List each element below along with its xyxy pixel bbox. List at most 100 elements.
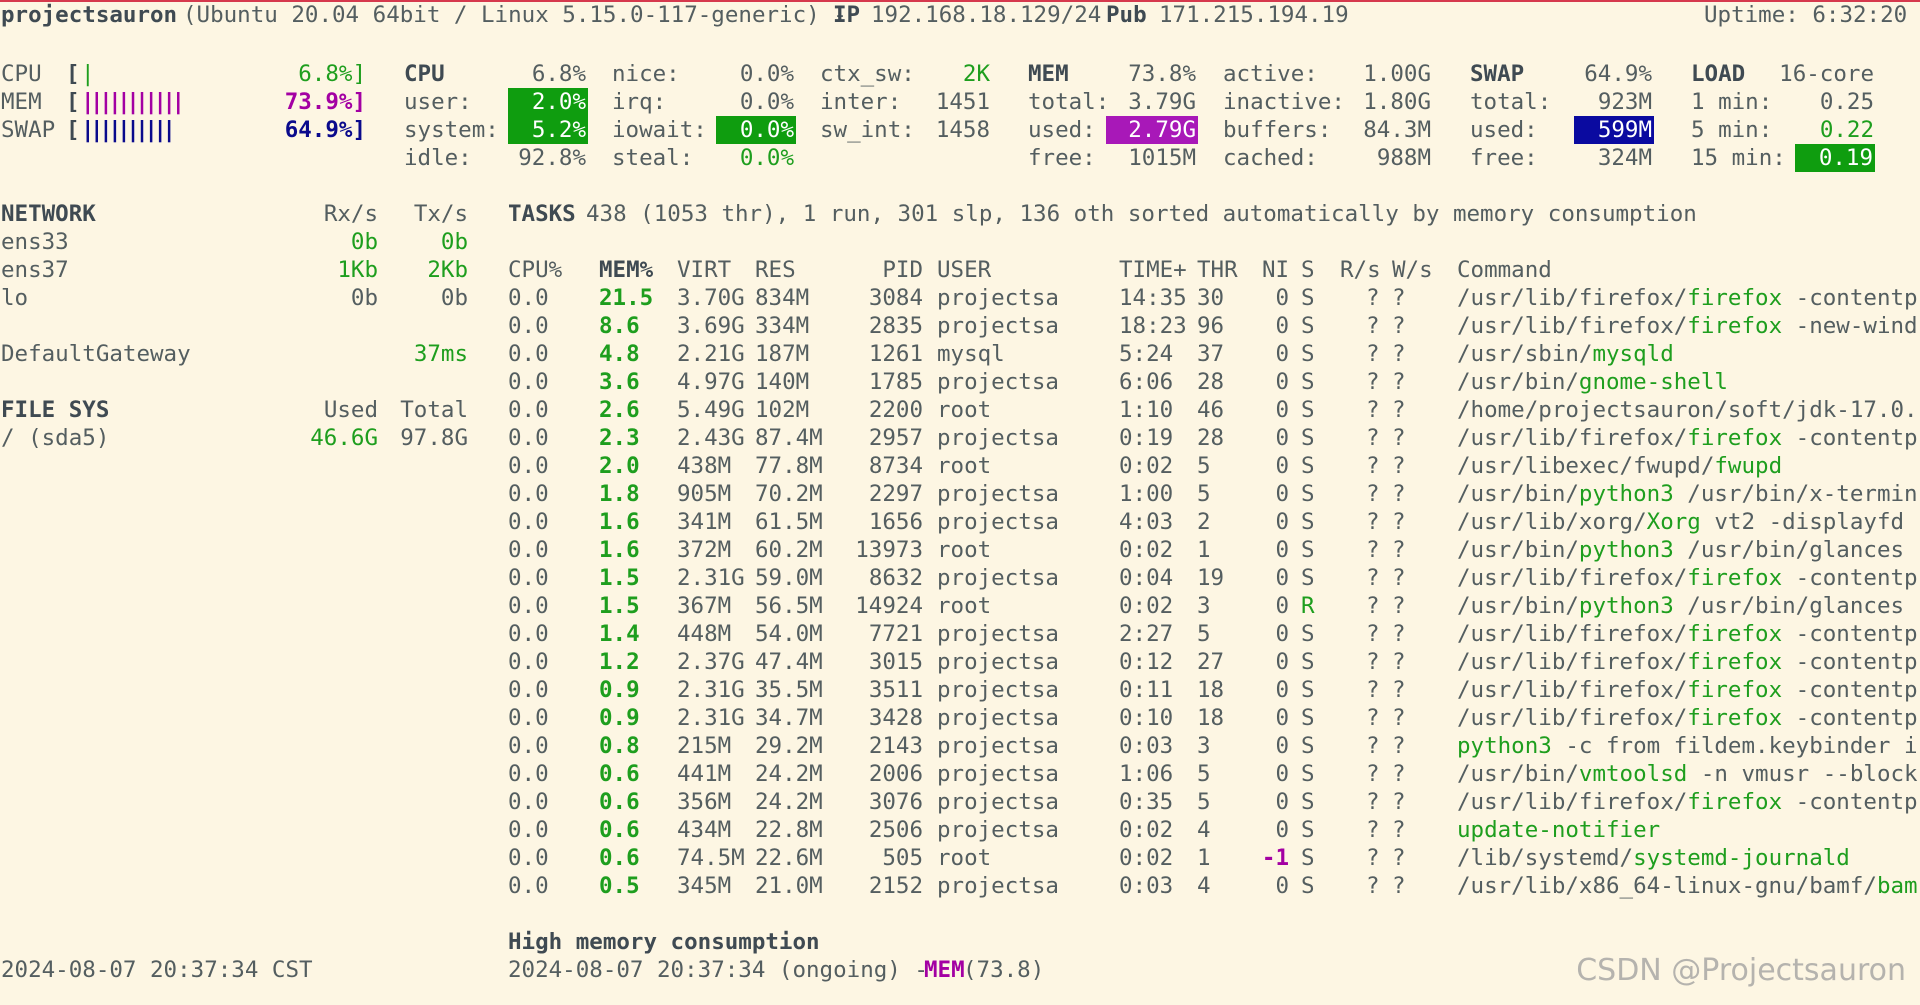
network-iface-name: lo [1, 285, 29, 311]
mem-used-label: used: [1028, 117, 1096, 143]
col-header-ws[interactable]: W/s [1392, 256, 1433, 284]
command-args: -contentp [1782, 621, 1918, 647]
cell-virt: 434M [677, 817, 732, 843]
command-args: -contentp [1782, 705, 1918, 731]
col-header-command[interactable]: Command [1457, 256, 1552, 284]
col-header-state[interactable]: S [1301, 256, 1315, 284]
tasks-title: TASKS [508, 201, 576, 227]
command-args: /usr/sbin/ [1457, 341, 1593, 367]
cell-cpu: 0.0 [508, 677, 549, 703]
cell-time: 0:03 [1119, 873, 1174, 899]
cell-res: 24.2M [755, 789, 823, 815]
os-info: (Ubuntu 20.04 64bit / Linux 5.15.0-117-g… [183, 2, 847, 28]
quicklook-swap-bar: |||||||||| [81, 117, 176, 143]
command-args: /usr/bin/ [1457, 369, 1579, 395]
command-args: /usr/lib/firefox/ [1457, 677, 1688, 703]
quicklook-cpu-bar: | [81, 61, 95, 87]
cpu-system-value: 5.2% [508, 116, 588, 144]
cell-state: S [1301, 733, 1315, 759]
cell-user: projectsa [937, 649, 1059, 675]
cell-state: S [1301, 425, 1315, 451]
cell-mem: 2.3 [599, 425, 640, 451]
cell-command: /usr/bin/gnome-shell [1457, 368, 1728, 396]
cell-res: 54.0M [755, 621, 823, 647]
cell-rs: ? [1366, 873, 1380, 899]
load-5min-label: 5 min: [1691, 117, 1773, 143]
cell-command: /usr/lib/firefox/firefox -contentp [1457, 424, 1918, 452]
cell-rs: ? [1366, 397, 1380, 423]
cell-pid: 505 [882, 845, 923, 871]
cell-pid: 3084 [868, 285, 923, 311]
cell-user: root [937, 537, 992, 563]
command-name: firefox [1687, 677, 1783, 703]
col-header-rs[interactable]: R/s [1340, 256, 1381, 284]
cell-cpu: 0.0 [508, 705, 549, 731]
cell-virt: 448M [677, 621, 732, 647]
cell-thr: 2 [1197, 509, 1211, 535]
cell-user: projectsa [937, 565, 1059, 591]
cell-command: /usr/bin/python3 /usr/bin/glances [1457, 592, 1904, 620]
cell-rs: ? [1366, 649, 1380, 675]
cell-thr: 1 [1197, 537, 1211, 563]
cell-rs: ? [1366, 285, 1380, 311]
col-header-mem[interactable]: MEM% [599, 256, 653, 284]
cell-nice: 0 [1275, 397, 1289, 423]
cell-time: 5:24 [1119, 341, 1174, 367]
cell-time: 1:10 [1119, 397, 1174, 423]
cell-nice: 0 [1275, 593, 1289, 619]
cell-rs: ? [1366, 453, 1380, 479]
col-header-time[interactable]: TIME+ [1119, 256, 1187, 284]
cell-nice: 0 [1275, 425, 1289, 451]
col-header-cpu[interactable]: CPU% [508, 256, 562, 284]
cell-nice: 0 [1275, 649, 1289, 675]
ip-value: 192.168.18.129/24 [871, 2, 1102, 28]
mem-buffers-label: buffers: [1223, 117, 1332, 143]
cell-pid: 1261 [868, 341, 923, 367]
col-header-pid[interactable]: PID [843, 256, 923, 284]
command-args: -contentp [1782, 649, 1918, 675]
cell-res: 140M [755, 369, 810, 395]
cell-pid: 2200 [868, 397, 923, 423]
cell-res: 60.2M [755, 537, 823, 563]
filesys-total-header: Total [400, 397, 468, 423]
cell-state: S [1301, 397, 1315, 423]
cell-virt: 372M [677, 537, 732, 563]
cell-ws: ? [1392, 369, 1406, 395]
col-header-thr[interactable]: THR [1197, 256, 1238, 284]
cell-ws: ? [1392, 733, 1406, 759]
cell-time: 0:02 [1119, 537, 1174, 563]
cell-thr: 19 [1197, 565, 1225, 591]
cell-virt: 2.31G [677, 565, 745, 591]
alert-title: High memory consumption [508, 929, 820, 955]
command-name: python3 [1457, 733, 1552, 759]
swap-used-value: 599M [1574, 116, 1654, 144]
mem-buffers-value: 84.3M [1363, 117, 1431, 143]
cell-mem: 1.6 [599, 537, 640, 563]
swap-title: SWAP [1470, 61, 1525, 87]
cell-res: 34.7M [755, 705, 823, 731]
cell-res: 59.0M [755, 565, 823, 591]
cell-cpu: 0.0 [508, 453, 549, 479]
command-args: -contentp [1782, 285, 1918, 311]
cell-nice: 0 [1275, 369, 1289, 395]
command-args: /usr/libexec/fwupd/ [1457, 453, 1715, 479]
col-header-ni[interactable]: NI [1262, 256, 1289, 284]
cell-cpu: 0.0 [508, 341, 549, 367]
col-header-user[interactable]: USER [937, 256, 991, 284]
cpu-ctxsw-label: ctx_sw: [820, 61, 915, 87]
col-header-virt[interactable]: VIRT [677, 256, 731, 284]
cell-ws: ? [1392, 705, 1406, 731]
command-args: /usr/lib/firefox/ [1457, 789, 1688, 815]
cell-nice: 0 [1275, 565, 1289, 591]
cell-pid: 3428 [868, 705, 923, 731]
mem-inactive-label: inactive: [1223, 89, 1345, 115]
swap-free-value: 324M [1597, 145, 1652, 171]
cell-mem: 1.4 [599, 621, 640, 647]
cell-state: S [1301, 369, 1315, 395]
cell-thr: 30 [1197, 285, 1225, 311]
cell-pid: 1785 [868, 369, 923, 395]
col-header-res[interactable]: RES [755, 256, 796, 284]
cell-rs: ? [1366, 817, 1380, 843]
cell-mem: 0.6 [599, 817, 640, 843]
cell-nice: 0 [1275, 733, 1289, 759]
